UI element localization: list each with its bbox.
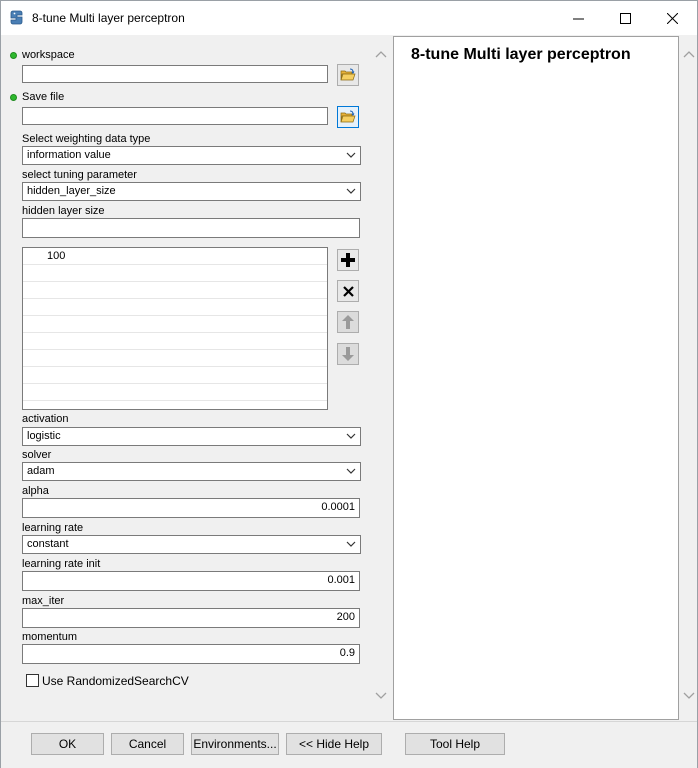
hidden-layer-size-label: hidden layer size: [22, 205, 105, 217]
cancel-button[interactable]: Cancel: [111, 733, 184, 755]
maximize-icon: [619, 12, 631, 24]
list-item[interactable]: [23, 333, 327, 350]
chevron-down-icon[interactable]: [683, 692, 695, 700]
list-item[interactable]: [23, 282, 327, 299]
list-item[interactable]: 100: [23, 248, 327, 265]
chevron-down-icon[interactable]: [375, 692, 387, 700]
workspace-browse-button[interactable]: [337, 64, 359, 86]
list-item[interactable]: [23, 350, 327, 367]
save-file-label: Save file: [22, 91, 65, 103]
learning-rate-init-label: learning rate init: [22, 558, 101, 570]
workspace-input[interactable]: [22, 65, 328, 83]
learning-rate-select[interactable]: constant: [22, 535, 361, 554]
help-title: 8-tune Multi layer perceptron: [411, 46, 631, 63]
list-item[interactable]: [23, 299, 327, 316]
add-item-button[interactable]: [337, 249, 359, 271]
window-title: 8-tune Multi layer perceptron: [32, 11, 185, 25]
randomized-search-checkbox[interactable]: [26, 674, 39, 687]
tuning-select[interactable]: hidden_layer_size: [22, 182, 361, 201]
parameters-panel: workspace Save file Select weighting dat…: [3, 36, 390, 721]
weighting-select[interactable]: information value: [22, 146, 361, 165]
list-item[interactable]: [23, 265, 327, 282]
activation-value: logistic: [27, 430, 61, 442]
dialog-footer: OK Cancel Environments... << Hide Help T…: [1, 721, 697, 768]
close-icon: [666, 12, 678, 24]
arrow-up-icon: [342, 315, 354, 329]
learning-rate-label: learning rate: [22, 522, 84, 534]
chevron-up-icon[interactable]: [683, 50, 695, 58]
weighting-label: Select weighting data type: [22, 133, 151, 145]
list-item[interactable]: [23, 367, 327, 384]
randomized-search-label: Use RandomizedSearchCV: [42, 674, 189, 688]
remove-item-button[interactable]: [337, 280, 359, 302]
delete-icon: [342, 285, 354, 297]
environments-button[interactable]: Environments...: [191, 733, 279, 755]
arrow-down-icon: [342, 347, 354, 361]
help-scrollbar[interactable]: [680, 36, 697, 720]
required-indicator-icon: [10, 94, 17, 101]
tuning-value: hidden_layer_size: [27, 185, 116, 197]
title-bar: 8-tune Multi layer perceptron: [1, 1, 697, 35]
tool-help-button[interactable]: Tool Help: [405, 733, 505, 755]
chevron-down-icon: [346, 188, 356, 194]
momentum-label: momentum: [22, 631, 78, 643]
workspace-label: workspace: [22, 49, 75, 61]
chevron-down-icon: [346, 541, 356, 547]
open-folder-icon: [340, 110, 356, 123]
hidden-layer-list[interactable]: 100: [22, 247, 328, 410]
maximize-button[interactable]: [602, 1, 648, 35]
max-iter-input[interactable]: 200: [22, 608, 360, 628]
max-iter-label: max_iter: [22, 595, 65, 607]
solver-select[interactable]: adam: [22, 462, 361, 481]
chevron-down-icon: [346, 468, 356, 474]
parameters-scrollbar[interactable]: [372, 36, 390, 721]
tool-dialog: 8-tune Multi layer perceptron workspace …: [0, 0, 698, 768]
tuning-label: select tuning parameter: [22, 169, 137, 181]
chevron-down-icon: [346, 433, 356, 439]
hide-help-button[interactable]: << Hide Help: [286, 733, 382, 755]
chevron-down-icon: [346, 152, 356, 158]
required-indicator-icon: [10, 52, 17, 59]
save-file-browse-button[interactable]: [337, 106, 359, 128]
list-item[interactable]: [23, 384, 327, 401]
python-script-icon: [10, 10, 23, 25]
alpha-input[interactable]: 0.0001: [22, 498, 360, 518]
save-file-input[interactable]: [22, 107, 328, 125]
open-folder-icon: [340, 68, 356, 81]
alpha-label: alpha: [22, 485, 49, 497]
solver-value: adam: [27, 465, 55, 477]
plus-icon: [341, 253, 355, 267]
move-up-button[interactable]: [337, 311, 359, 333]
minimize-icon: [572, 18, 584, 19]
chevron-up-icon[interactable]: [375, 50, 387, 58]
momentum-input[interactable]: 0.9: [22, 644, 360, 664]
move-down-button[interactable]: [337, 343, 359, 365]
weighting-value: information value: [27, 149, 111, 161]
solver-label: solver: [22, 449, 52, 461]
learning-rate-init-input[interactable]: 0.001: [22, 571, 360, 591]
list-item[interactable]: [23, 316, 327, 333]
activation-label: activation: [22, 413, 69, 425]
learning-rate-value: constant: [27, 538, 69, 550]
minimize-button[interactable]: [555, 1, 601, 35]
close-button[interactable]: [649, 1, 695, 35]
ok-button[interactable]: OK: [31, 733, 104, 755]
help-panel: 8-tune Multi layer perceptron: [393, 36, 679, 720]
hidden-layer-size-input[interactable]: [22, 218, 360, 238]
activation-select[interactable]: logistic: [22, 427, 361, 446]
